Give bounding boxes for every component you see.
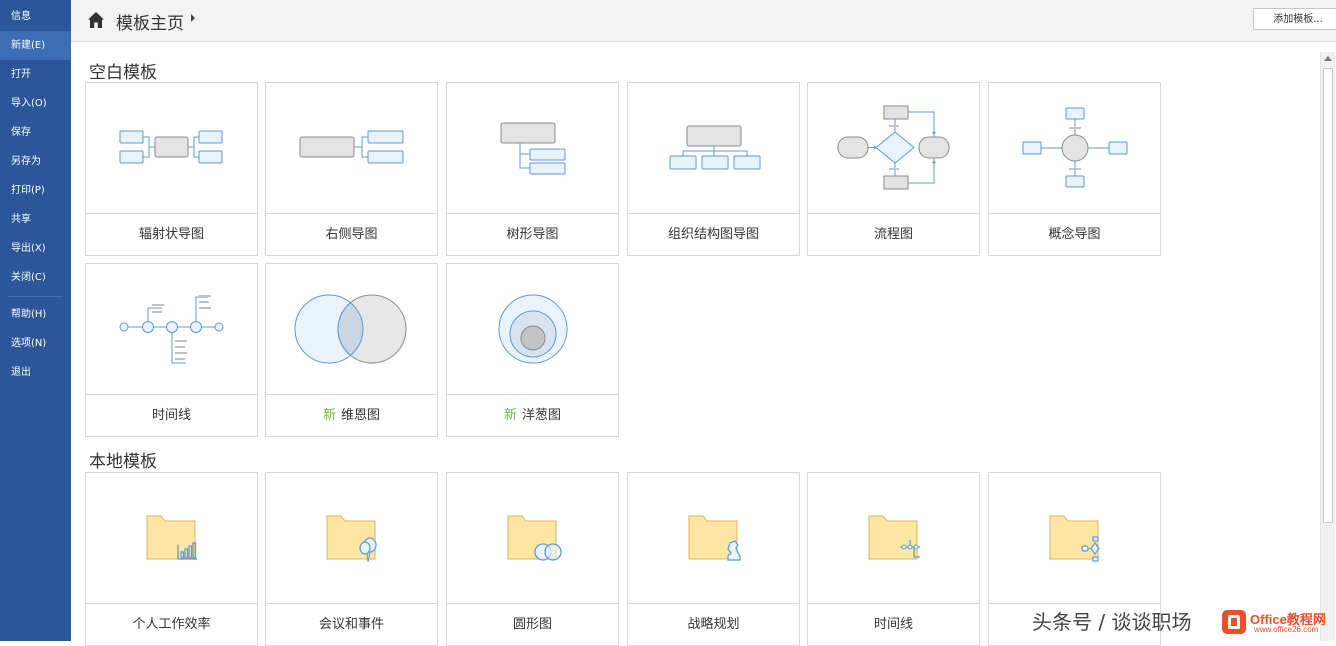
sidebar-item-close[interactable]: 关闭(C) xyxy=(0,263,71,292)
template-label: 时间线 xyxy=(86,394,257,437)
template-card-timeline[interactable]: 时间线 xyxy=(85,263,258,437)
template-label-text: 洋葱图 xyxy=(522,408,562,423)
add-template-button[interactable]: 添加模板... xyxy=(1253,8,1336,30)
folder-flow-icon xyxy=(1049,515,1100,562)
onion-icon xyxy=(498,294,568,364)
template-label: 新洋葱图 xyxy=(447,394,618,437)
template-card-right-map[interactable]: 右侧导图 xyxy=(265,82,438,256)
sidebar-item-print[interactable]: 打印(P) xyxy=(0,176,71,205)
sidebar-item-save-as[interactable]: 另存为 xyxy=(0,147,71,176)
folder-chart-icon xyxy=(146,515,197,560)
folder-venn-icon xyxy=(507,515,562,561)
right-map-icon xyxy=(299,130,404,164)
template-label: 概念导图 xyxy=(989,213,1160,256)
sidebar: 信息 新建(E) 打开 导入(O) 保存 另存为 打印(P) 共享 导出(X) … xyxy=(0,0,71,641)
sidebar-item-new[interactable]: 新建(E) xyxy=(0,31,71,60)
template-card-concept-map[interactable]: 概念导图 xyxy=(988,82,1161,256)
template-label: 新维恩图 xyxy=(266,394,437,437)
template-label: 圆形图 xyxy=(447,603,618,646)
template-label: 树形导图 xyxy=(447,213,618,256)
org-chart-icon xyxy=(669,125,761,170)
watermark-text: 头条号 / 谈谈职场 xyxy=(1032,610,1192,634)
folder-chess-icon xyxy=(688,515,741,561)
template-label: 辐射状导图 xyxy=(86,213,257,256)
sidebar-item-import[interactable]: 导入(O) xyxy=(0,89,71,118)
new-badge: 新 xyxy=(322,408,336,423)
template-label: 会议和事件 xyxy=(266,603,437,646)
scroll-up-arrow-icon[interactable] xyxy=(1324,56,1332,61)
template-card-tree-map[interactable]: 树形导图 xyxy=(446,82,619,256)
template-label: 战略规划 xyxy=(628,603,799,646)
sidebar-item-export[interactable]: 导出(X) xyxy=(0,234,71,263)
template-label: 右侧导图 xyxy=(266,213,437,256)
sidebar-item-help[interactable]: 帮助(H) xyxy=(0,300,71,329)
template-label: 流程图 xyxy=(808,213,979,256)
template-label: 时间线 xyxy=(808,603,979,646)
local-templates-title: 本地模板 xyxy=(89,452,157,472)
template-card-onion[interactable]: 新洋葱图 xyxy=(446,263,619,437)
template-card-radial[interactable]: 辐射状导图 xyxy=(85,82,258,256)
sidebar-item-info[interactable]: 信息 xyxy=(0,2,71,31)
folder-card-meetings[interactable]: 会议和事件 xyxy=(265,472,438,646)
flowchart-icon xyxy=(837,105,950,190)
tree-map-icon xyxy=(500,122,566,175)
template-card-flowchart[interactable]: 流程图 xyxy=(807,82,980,256)
template-label-text: 维恩图 xyxy=(341,408,381,423)
template-card-venn[interactable]: 新维恩图 xyxy=(265,263,438,437)
blank-templates-title: 空白模板 xyxy=(89,63,157,83)
template-label: 组织结构图导图 xyxy=(628,213,799,256)
sidebar-item-open[interactable]: 打开 xyxy=(0,60,71,89)
home-icon[interactable] xyxy=(87,11,105,29)
folder-card-circles[interactable]: 圆形图 xyxy=(446,472,619,646)
folder-timeline-icon xyxy=(868,515,920,560)
concept-map-icon xyxy=(1022,107,1128,188)
folder-card-strategy[interactable]: 战略规划 xyxy=(627,472,800,646)
radial-map-icon xyxy=(119,130,223,164)
timeline-icon xyxy=(119,295,224,364)
header-bar: 模板主页 添加模板... xyxy=(71,0,1336,42)
template-card-org-chart[interactable]: 组织结构图导图 xyxy=(627,82,800,256)
office-logo-url: www.office26.com xyxy=(1254,625,1319,634)
sidebar-item-exit[interactable]: 退出 xyxy=(0,358,71,387)
folder-balloon-icon xyxy=(326,515,377,563)
new-badge: 新 xyxy=(503,408,517,423)
sidebar-item-share[interactable]: 共享 xyxy=(0,205,71,234)
venn-icon xyxy=(294,294,407,364)
vertical-scrollbar[interactable] xyxy=(1320,52,1335,641)
sidebar-item-options[interactable]: 选项(N) xyxy=(0,329,71,358)
folder-card-timeline[interactable]: 时间线 xyxy=(807,472,980,646)
sidebar-divider xyxy=(8,296,63,297)
folder-card-productivity[interactable]: 个人工作效率 xyxy=(85,472,258,646)
breadcrumb-arrow-icon[interactable] xyxy=(191,14,195,22)
template-label: 个人工作效率 xyxy=(86,603,257,646)
page-title: 模板主页 xyxy=(116,14,184,34)
scrollbar-thumb[interactable] xyxy=(1323,68,1333,523)
sidebar-item-save[interactable]: 保存 xyxy=(0,118,71,147)
